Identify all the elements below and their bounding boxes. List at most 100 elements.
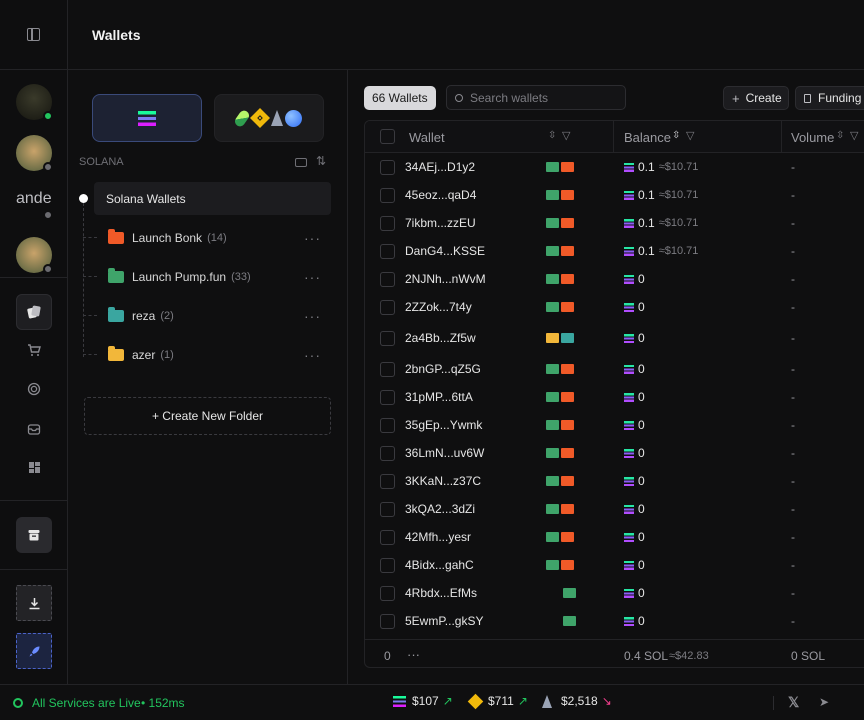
create-folder-button[interactable]: + Create New Folder [84,397,331,435]
row-checkbox[interactable] [380,330,395,346]
table-row[interactable]: 42Mfh...yesr 0 - [365,523,864,551]
folder-item[interactable]: Launch Pump.fun (33) ··· [94,260,331,293]
row-checkbox[interactable] [380,389,395,405]
volume-sort-icon[interactable]: ⇳ [836,130,844,141]
sidebar-toggle-icon[interactable] [27,28,40,41]
row-checkbox[interactable] [380,271,395,287]
table-row[interactable]: 31pMP...6ttA 0 - [365,383,864,411]
sort-icon[interactable]: ⇅ [316,154,326,168]
avatar[interactable]: ande [16,183,53,220]
wallet-address[interactable]: 4Rbdx...EfMs [405,579,477,607]
row-checkbox[interactable] [380,501,395,517]
folder-item[interactable]: reza (2) ··· [94,299,331,332]
wallet-folder-icon[interactable] [295,158,307,167]
row-checkbox[interactable] [380,243,395,259]
sol-icon [624,333,634,343]
row-checkbox[interactable] [380,159,395,175]
archive-icon[interactable] [16,517,52,553]
table-row[interactable]: 4Rbdx...EfMs 0 - [365,579,864,607]
search-input[interactable]: Search wallets [446,85,626,110]
folder-item[interactable]: azer (1) ··· [94,338,331,371]
table-row[interactable]: 2ZZok...7t4y 0 - [365,293,864,321]
volume-filter-icon[interactable]: ▽ [850,129,858,142]
row-checkbox[interactable] [380,529,395,545]
folder-more-button[interactable]: ··· [304,347,321,363]
row-checkbox[interactable] [380,215,395,231]
wallet-address[interactable]: 31pMP...6ttA [405,383,473,411]
table-row[interactable]: 45eoz...qaD4 0.1 ≈$10.71 - [365,181,864,209]
wallet-address[interactable]: 2bnGP...qZ5G [405,355,481,383]
multichain-button[interactable] [214,94,324,142]
x-social-icon[interactable]: 𝕏 [788,694,799,711]
balance-filter-icon[interactable]: ▽ [686,129,694,142]
balance-value: 0 [638,474,645,488]
table-row[interactable]: 2bnGP...qZ5G 0 - [365,355,864,383]
wallet-address[interactable]: 42Mfh...yesr [405,523,471,551]
folder-tag-icon [546,392,559,402]
wallet-address[interactable]: 34AEj...D1y2 [405,153,475,181]
table-row[interactable]: 35gEp...Ywmk 0 - [365,411,864,439]
wallet-address[interactable]: 36LmN...uv6W [405,439,484,467]
wallets-nav-icon[interactable] [16,294,52,330]
table-row[interactable]: 5EwmP...gkSY 0 - [365,607,864,635]
table-row[interactable]: 36LmN...uv6W 0 - [365,439,864,467]
folder-more-button[interactable]: ··· [304,308,321,324]
create-button[interactable]: + Create [723,86,789,110]
wallet-filter-icon[interactable]: ▽ [562,129,570,142]
dashboard-icon[interactable] [16,449,52,485]
funding-button[interactable]: Funding [795,86,864,110]
wallet-sort-icon[interactable]: ⇳ [548,130,556,141]
avatar[interactable] [16,237,53,274]
target-icon[interactable] [16,371,52,407]
cart-icon[interactable] [16,332,52,368]
table-row[interactable]: 7ikbm...zzEU 0.1 ≈$10.71 - [365,209,864,237]
avatar[interactable] [16,135,53,172]
column-wallet[interactable]: Wallet [409,121,445,153]
download-icon[interactable] [16,585,52,621]
wallet-address[interactable]: 2a4Bb...Zf5w [405,321,476,355]
table-row[interactable]: 3kQA2...3dZi 0 - [365,495,864,523]
inbox-icon[interactable] [16,411,52,447]
folder-more-button[interactable]: ··· [304,230,321,246]
more-actions-button[interactable]: ··· [407,647,420,662]
wallet-address[interactable]: 3kQA2...3dZi [405,495,475,523]
telegram-icon[interactable]: ➤ [819,695,829,709]
column-balance[interactable]: Balance [624,121,671,153]
row-checkbox[interactable] [380,557,395,573]
column-volume[interactable]: Volume [791,121,834,153]
row-checkbox[interactable] [380,299,395,315]
balance-value: 0 [638,390,645,404]
wallet-address[interactable]: 2NJNh...nWvM [405,265,486,293]
wallet-address[interactable]: 7ikbm...zzEU [405,209,476,237]
rocket-icon[interactable] [16,633,52,669]
row-checkbox[interactable] [380,187,395,203]
wallet-address[interactable]: 45eoz...qaD4 [405,181,476,209]
folder-tag-icon [561,560,574,570]
table-row[interactable]: 2a4Bb...Zf5w 0 - [365,321,864,355]
row-checkbox[interactable] [380,585,395,601]
solana-chain-button[interactable] [92,94,202,142]
wallet-address[interactable]: 2ZZok...7t4y [405,293,472,321]
select-all-checkbox[interactable] [380,129,395,144]
row-checkbox[interactable] [380,417,395,433]
table-row[interactable]: 3KKaN...z37C 0 - [365,467,864,495]
row-checkbox[interactable] [380,361,395,377]
wallet-address[interactable]: 5EwmP...gkSY [405,607,483,635]
row-checkbox[interactable] [380,473,395,489]
wallet-address[interactable]: 35gEp...Ywmk [405,411,482,439]
wallet-address[interactable]: 3KKaN...z37C [405,467,481,495]
row-checkbox[interactable] [380,613,395,629]
table-row[interactable]: DanG4...KSSE 0.1 ≈$10.71 - [365,237,864,265]
wallet-address[interactable]: 4Bidx...gahC [405,551,474,579]
balance-sort-icon[interactable]: ⇳ [672,130,680,141]
table-row[interactable]: 4Bidx...gahC 0 - [365,551,864,579]
table-row[interactable]: 2NJNh...nWvM 0 - [365,265,864,293]
root-folder[interactable]: Solana Wallets [94,182,331,215]
price-item: $2,518 ↘ [542,694,612,708]
row-checkbox[interactable] [380,445,395,461]
wallet-address[interactable]: DanG4...KSSE [405,237,485,265]
folder-item[interactable]: Launch Bonk (14) ··· [94,221,331,254]
table-row[interactable]: 34AEj...D1y2 0.1 ≈$10.71 - [365,153,864,181]
folder-more-button[interactable]: ··· [304,269,321,285]
avatar[interactable] [16,84,53,121]
